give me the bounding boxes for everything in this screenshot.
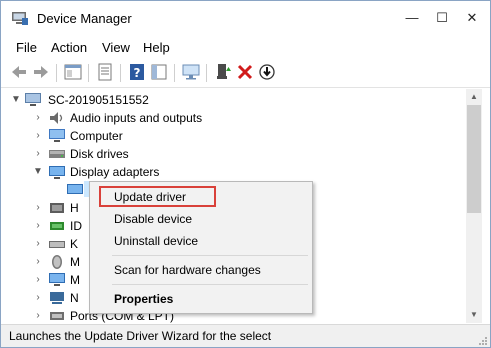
tree-root-label: SC-201905151552 bbox=[48, 93, 149, 107]
scroll-down-icon[interactable]: ▼ bbox=[466, 307, 482, 323]
hid-device-icon bbox=[50, 203, 64, 213]
help-icon[interactable]: ? bbox=[127, 62, 147, 82]
tree-item-label: Display adapters bbox=[70, 165, 160, 179]
ide-controller-icon bbox=[50, 222, 64, 230]
computer-root-icon bbox=[25, 93, 41, 106]
tree-item-label: H bbox=[70, 201, 79, 215]
tree-item-label: N bbox=[70, 291, 79, 305]
vertical-scrollbar[interactable]: ▲ ▼ bbox=[466, 89, 482, 323]
menu-scan-hardware[interactable]: Scan for hardware changes bbox=[114, 263, 261, 277]
port-icon bbox=[50, 312, 64, 320]
menu-view[interactable]: View bbox=[102, 40, 130, 55]
context-menu: Update driver Disable device Uninstall d… bbox=[89, 181, 313, 314]
status-text: Launches the Update Driver Wizard for th… bbox=[9, 329, 272, 343]
menu-uninstall-device[interactable]: Uninstall device bbox=[114, 234, 198, 248]
expand-chevron-icon[interactable]: › bbox=[33, 148, 43, 160]
window-title: Device Manager bbox=[37, 11, 132, 26]
forward-arrow-icon[interactable] bbox=[31, 62, 51, 82]
menu-action[interactable]: Action bbox=[51, 40, 87, 55]
expand-chevron-icon[interactable]: › bbox=[33, 292, 43, 304]
expand-chevron-icon[interactable]: › bbox=[33, 130, 43, 142]
toolbar: ? bbox=[1, 58, 490, 88]
tree-item-computer[interactable]: › Computer bbox=[6, 127, 456, 145]
expand-chevron-icon[interactable]: › bbox=[33, 274, 43, 286]
tree-item-audio[interactable]: › Audio inputs and outputs bbox=[6, 109, 456, 127]
toolbar-separator bbox=[174, 64, 175, 82]
tree-root[interactable]: ▼ SC-201905151552 bbox=[6, 91, 456, 109]
toolbar-separator bbox=[206, 64, 207, 82]
action-view-icon[interactable] bbox=[149, 62, 169, 82]
menu-bar: File Action View Help bbox=[1, 37, 490, 57]
expand-chevron-icon[interactable]: › bbox=[33, 112, 43, 124]
expand-chevron-icon[interactable]: › bbox=[33, 238, 43, 250]
toolbar-separator bbox=[120, 64, 121, 82]
menu-help[interactable]: Help bbox=[143, 40, 170, 55]
properties-icon[interactable] bbox=[95, 62, 115, 82]
collapse-chevron-icon[interactable]: ▼ bbox=[11, 94, 21, 106]
collapse-chevron-icon[interactable]: ▼ bbox=[33, 166, 43, 178]
tree-item-disk-drives[interactable]: › Disk drives bbox=[6, 145, 456, 163]
computer-icon bbox=[49, 129, 65, 142]
mouse-icon bbox=[52, 255, 62, 269]
tree-item-label: M bbox=[70, 255, 80, 269]
display-adapter-child-icon bbox=[67, 184, 83, 194]
show-hide-tree-icon[interactable] bbox=[63, 62, 83, 82]
display-adapter-icon bbox=[49, 166, 65, 179]
tree-item-label: K bbox=[70, 237, 79, 251]
menu-separator bbox=[112, 284, 308, 285]
menu-update-driver[interactable]: Update driver bbox=[114, 190, 186, 204]
svg-text:?: ? bbox=[134, 66, 141, 80]
expand-chevron-icon[interactable]: › bbox=[33, 310, 43, 322]
speaker-icon bbox=[50, 112, 63, 124]
monitor-icon bbox=[49, 273, 65, 286]
tree-item-label: M bbox=[70, 273, 80, 287]
expand-chevron-icon[interactable]: › bbox=[33, 220, 43, 232]
menu-properties[interactable]: Properties bbox=[114, 292, 173, 306]
resize-grip-icon[interactable] bbox=[478, 336, 488, 346]
network-adapter-icon bbox=[50, 292, 64, 304]
title-bar: Device Manager — ☐ ✕ bbox=[1, 1, 490, 35]
menu-disable-device[interactable]: Disable device bbox=[114, 212, 192, 226]
tree-item-label: Disk drives bbox=[70, 147, 129, 161]
menu-file[interactable]: File bbox=[16, 40, 37, 55]
tree-item-label: ID bbox=[70, 219, 82, 233]
keyboard-icon bbox=[49, 241, 65, 248]
scan-hardware-icon[interactable] bbox=[181, 62, 201, 82]
tree-item-label: Audio inputs and outputs bbox=[70, 111, 203, 125]
expand-chevron-icon[interactable]: › bbox=[33, 202, 43, 214]
toolbar-separator bbox=[88, 64, 89, 82]
device-manager-window: Device Manager — ☐ ✕ File Action View He… bbox=[0, 0, 491, 348]
download-icon[interactable] bbox=[257, 62, 277, 82]
close-button[interactable]: ✕ bbox=[457, 1, 487, 35]
scroll-up-icon[interactable]: ▲ bbox=[466, 89, 482, 105]
maximize-button[interactable]: ☐ bbox=[427, 1, 457, 35]
back-arrow-icon[interactable] bbox=[9, 62, 29, 82]
toolbar-separator bbox=[56, 64, 57, 82]
disk-drive-icon bbox=[49, 150, 65, 158]
update-driver-icon[interactable] bbox=[213, 62, 233, 82]
device-manager-icon bbox=[12, 12, 28, 25]
expand-chevron-icon[interactable]: › bbox=[33, 256, 43, 268]
minimize-button[interactable]: — bbox=[397, 1, 427, 35]
tree-item-label: Computer bbox=[70, 129, 123, 143]
status-bar: Launches the Update Driver Wizard for th… bbox=[1, 324, 490, 347]
tree-item-display-adapters[interactable]: ▼ Display adapters bbox=[6, 163, 456, 181]
scrollbar-thumb[interactable] bbox=[467, 105, 481, 213]
uninstall-x-icon[interactable] bbox=[235, 62, 255, 82]
menu-separator bbox=[112, 255, 308, 256]
